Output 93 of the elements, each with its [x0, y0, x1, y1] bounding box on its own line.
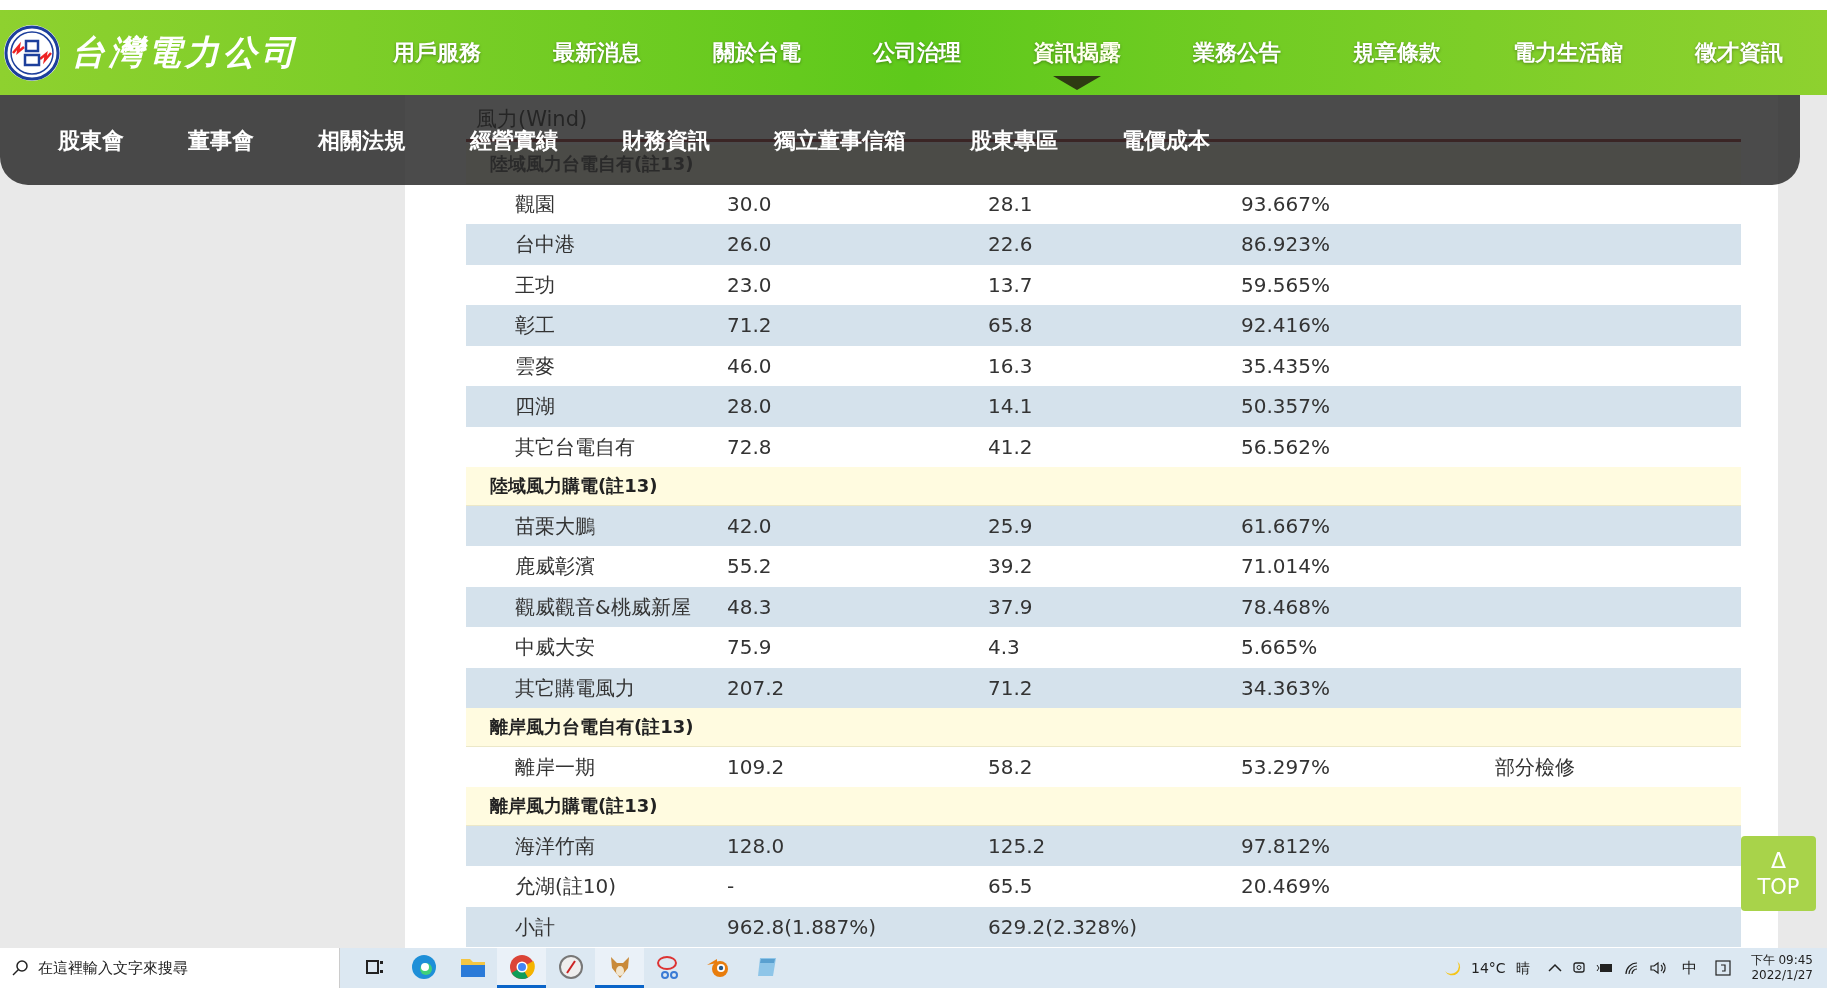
table-cell: 53.297% [1241, 754, 1330, 779]
table-cell: 13.7 [988, 272, 1033, 297]
table-cell: 39.2 [988, 554, 1033, 579]
table-cell: 台中港 [515, 232, 575, 257]
table-cell: 71.2 [727, 313, 772, 338]
table-cell: 30.0 [727, 191, 772, 216]
table-cell: 彰工 [515, 313, 555, 338]
group-label: 陸域風力購電(註13) [490, 474, 658, 499]
table-cell: 962.8(1.887%) [727, 914, 877, 939]
table-cell: 128.0 [727, 833, 785, 858]
table-cell: 5.665% [1241, 635, 1318, 660]
volume-icon[interactable] [1649, 961, 1668, 975]
clock-date[interactable]: 2022/1/27 [1751, 968, 1813, 983]
table-cell: 55.2 [727, 554, 772, 579]
weather-condition: 晴 [1515, 958, 1530, 978]
chevron-up-icon[interactable] [1547, 963, 1562, 973]
table-cell: 48.3 [727, 594, 772, 619]
table-cell: 觀園 [515, 191, 555, 216]
table-cell: 97.812% [1241, 833, 1330, 858]
submenu-link[interactable]: 董事會 [188, 123, 254, 157]
table-cell: 苗栗大鵬 [515, 513, 595, 538]
clock-time[interactable]: 下午 09:45 [1750, 953, 1813, 968]
table-cell: 207.2 [727, 675, 785, 700]
battery-icon[interactable] [1595, 962, 1614, 974]
submenu-link[interactable]: 經營實績 [470, 123, 558, 157]
table-cell: 46.0 [727, 353, 772, 378]
search-icon [12, 960, 28, 976]
table-cell: 海洋竹南 [515, 833, 595, 858]
table-cell: 20.469% [1241, 874, 1330, 899]
logo-text: 台灣電力公司 [71, 31, 299, 74]
table-cell: 16.3 [988, 353, 1033, 378]
logo-icon [3, 23, 61, 82]
table-cell: 92.416% [1241, 313, 1330, 338]
table-cell: 25.9 [988, 513, 1033, 538]
table-cell: 93.667% [1241, 191, 1330, 216]
table-cell: 部分檢修 [1495, 754, 1575, 779]
group-label: 離岸風力購電(註13) [490, 794, 658, 819]
table-cell: 其它台電自有 [515, 434, 635, 459]
table-cell: - [727, 874, 735, 899]
table-cell: 小計 [515, 914, 555, 939]
table-cell: 59.565% [1241, 272, 1330, 297]
table-cell: 四湖 [515, 394, 555, 419]
table-cell: 28.0 [727, 394, 772, 419]
table-cell: 離岸一期 [515, 754, 595, 779]
browser-icon [508, 953, 535, 980]
table-cell: 65.5 [988, 874, 1033, 899]
taskbar-search-field[interactable]: 在這裡輸入文字來搜尋 [0, 948, 340, 988]
submenu-link[interactable]: 股東專區 [970, 123, 1058, 157]
table-cell: 42.0 [727, 513, 772, 538]
submenu-link[interactable]: 財務資訊 [622, 123, 710, 157]
table-cell: 37.9 [988, 594, 1033, 619]
table-cell: 鹿威彰濱 [515, 554, 595, 579]
submenu-link[interactable]: 股東會 [58, 123, 124, 157]
submenu-link[interactable]: 電價成本 [1122, 123, 1210, 157]
table-cell: 中威大安 [515, 635, 595, 660]
table-cell: 王功 [515, 272, 555, 297]
table-cell: 雲麥 [515, 353, 555, 378]
compass-icon [557, 953, 584, 980]
table-cell: 56.562% [1241, 434, 1330, 459]
table-cell: 78.468% [1241, 594, 1330, 619]
table-cell: 14.1 [988, 394, 1033, 419]
table-cell: 35.435% [1241, 353, 1330, 378]
submenu-link[interactable]: 相關法規 [318, 123, 406, 157]
table-cell: 其它購電風力 [515, 675, 635, 700]
table-cell: 4.3 [988, 635, 1020, 660]
table-cell: 58.2 [988, 754, 1033, 779]
table-cell: 觀威觀音&桃威新屋 [515, 594, 691, 619]
table-cell: 125.2 [988, 833, 1046, 858]
table-cell: 65.8 [988, 313, 1033, 338]
table-cell: 22.6 [988, 232, 1033, 257]
wifi-icon[interactable] [1623, 961, 1640, 975]
table-cell: 75.9 [727, 635, 772, 660]
task-view-icon [364, 957, 385, 976]
table-cell: 28.1 [988, 191, 1033, 216]
table-cell: 26.0 [727, 232, 772, 257]
table-cell: 71.014% [1241, 554, 1330, 579]
table-cell: 629.2(2.328%) [988, 914, 1138, 939]
table-cell: 50.357% [1241, 394, 1330, 419]
table-cell: 86.923% [1241, 232, 1330, 257]
table-cell: 允湖(註10) [515, 874, 617, 899]
table-cell: 72.8 [727, 434, 772, 459]
group-label: 離岸風力台電自有(註13) [490, 715, 694, 740]
table-cell: 109.2 [727, 754, 785, 779]
submenu-link[interactable]: 獨立董事信箱 [774, 123, 906, 157]
weather-temperature: 14°C [1471, 958, 1506, 978]
table-cell: 23.0 [727, 272, 772, 297]
notification-icon[interactable] [1714, 960, 1731, 976]
browser-icon [410, 953, 437, 980]
input-method-indicator[interactable]: 中 [1681, 956, 1697, 980]
table-cell: 34.363% [1241, 675, 1330, 700]
table-cell: 41.2 [988, 434, 1033, 459]
table-cell: 61.667% [1241, 513, 1330, 538]
table-cell: 71.2 [988, 675, 1033, 700]
